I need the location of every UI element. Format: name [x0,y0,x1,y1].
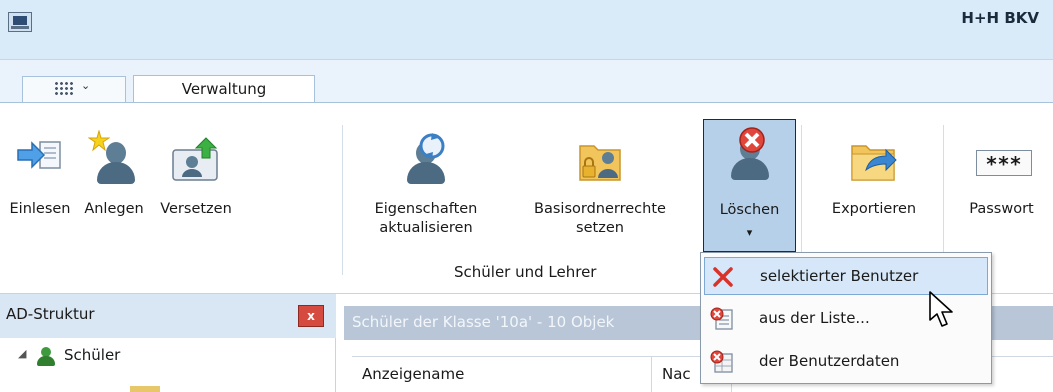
loeschen-button[interactable]: Löschen ▾ [703,119,796,252]
ribbon-separator [342,125,343,275]
passwort-label: Passwort [969,201,1034,217]
versetzen-label: Versetzen [160,201,232,217]
export-folder-icon [851,145,897,181]
password-icon: *** [972,136,1032,186]
tab-verwaltung[interactable]: Verwaltung [133,75,315,104]
delete-data-icon [710,350,733,373]
ad-struktur-header: AD-Struktur x [0,294,336,338]
loeschen-label: Löschen [719,202,780,218]
window-title: H+H BKV [961,9,1039,27]
close-icon[interactable]: x [298,305,324,327]
basisordnerrechte-setzen-button[interactable]: Basisordnerrechte setzen [505,103,695,253]
app-icon[interactable] [8,12,32,32]
import-arrow-icon [17,141,61,169]
eigenschaften-label: Eigenschaften aktualisieren [374,201,478,236]
refresh-user-icon [400,133,452,186]
grid-dots-icon [54,81,74,97]
eigenschaften-aktualisieren-button[interactable]: Eigenschaften aktualisieren [352,103,500,253]
ad-struktur-panel: AD-Struktur x ◢ Schüler [0,294,336,392]
column-header-anzeigename[interactable]: Anzeigename [352,357,652,392]
versetzen-button[interactable]: Versetzen [152,103,240,253]
einlesen-label: Einlesen [9,201,71,217]
chevron-down-icon: ⌄ [81,79,91,92]
passwort-button[interactable]: *** Passwort [950,103,1053,253]
ad-struktur-title: AD-Struktur [6,305,95,323]
folder-icon [130,386,160,392]
ribbon-group-label: Schüler und Lehrer [454,263,597,281]
menu-item-label: der Benutzerdaten [759,352,900,370]
einlesen-button[interactable]: Einlesen [4,103,76,253]
quick-access-toolbar[interactable]: ⌄ [22,76,126,103]
title-bar: H+H BKV [0,0,1053,60]
red-x-icon [713,267,733,287]
content-title: Schüler der Klasse '10a' - 10 Objek [352,313,615,331]
folder-lock-user-icon [579,145,621,181]
basisordnerrechte-label: Basisordnerrechte setzen [534,201,666,236]
menu-item-der-benutzerdaten[interactable]: der Benutzerdaten [704,343,988,381]
user-group-icon [36,347,56,367]
expand-triangle-icon[interactable]: ◢ [18,347,26,360]
anlegen-label: Anlegen [84,201,144,217]
delete-user-icon [724,127,776,180]
exportieren-label: Exportieren [831,201,917,217]
exportieren-button[interactable]: Exportieren [808,103,940,253]
anlegen-button[interactable]: Anlegen [76,103,152,253]
menu-item-label: selektierter Benutzer [760,267,919,285]
loeschen-dropdown-caret: ▾ [746,226,753,239]
delete-list-icon [710,307,733,330]
new-user-icon [88,130,140,186]
tree-item-label: Schüler [64,346,121,364]
move-user-icon [172,137,218,181]
menu-item-label: aus der Liste... [759,309,870,327]
ribbon-tab-strip: ⌄ Verwaltung [0,60,1053,104]
mouse-cursor-icon [929,291,953,327]
